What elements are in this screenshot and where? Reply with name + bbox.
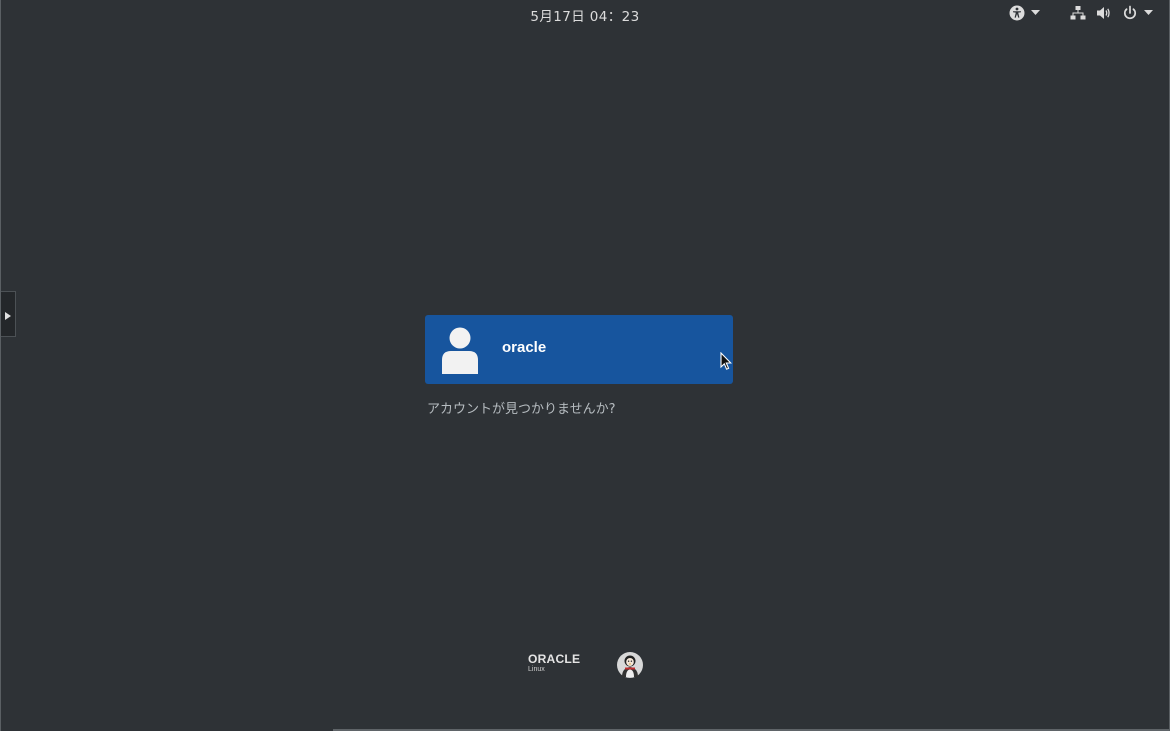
accessibility-menu[interactable]: [1009, 4, 1040, 22]
not-listed-link[interactable]: アカウントが見つかりませんか?: [427, 398, 616, 417]
chevron-right-icon: [5, 305, 11, 324]
volume-icon: [1096, 5, 1112, 21]
side-panel-handle[interactable]: [1, 291, 16, 337]
user-list-item[interactable]: oracle: [425, 315, 733, 384]
user-avatar-icon: [441, 327, 479, 379]
clock[interactable]: 5月17日 04：23: [1, 5, 1169, 25]
chevron-down-icon: [1144, 10, 1153, 16]
penguin-icon: [616, 651, 644, 683]
logo-text: ORACLE: [528, 654, 581, 666]
mouse-pointer-icon: [720, 351, 733, 375]
power-icon: [1122, 5, 1138, 21]
accessibility-icon: [1009, 5, 1025, 21]
system-menu[interactable]: [1070, 4, 1153, 22]
network-icon: [1070, 5, 1086, 21]
login-screen: 5月17日 04：23 oracle アカウントが見つかりませんか? ORACL…: [0, 0, 1170, 731]
top-bar: 5月17日 04：23: [1, 0, 1169, 26]
oracle-linux-logo: ORACLE Linux: [528, 654, 581, 674]
logo-subtext: Linux: [528, 666, 545, 673]
chevron-down-icon: [1031, 10, 1040, 16]
user-name: oracle: [502, 339, 547, 356]
